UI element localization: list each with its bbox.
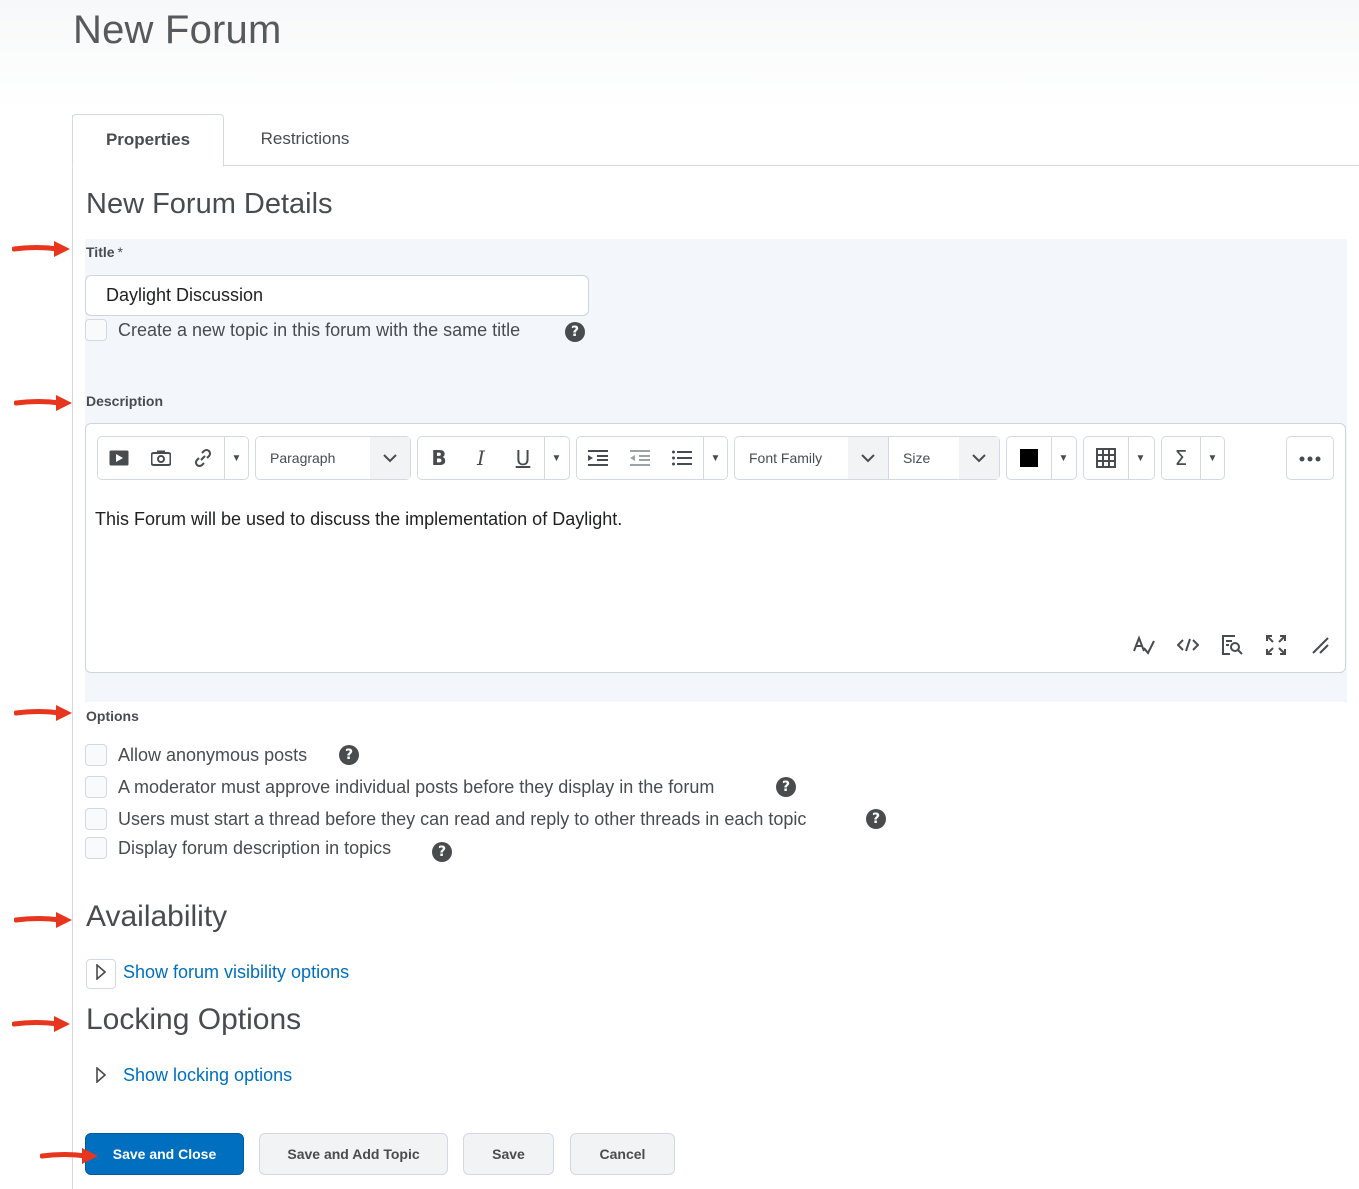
table-icon[interactable] <box>1084 437 1128 479</box>
option-label-anonymous: Allow anonymous posts <box>118 745 308 765</box>
resize-handle-icon[interactable] <box>1298 632 1342 658</box>
ellipsis-icon <box>1299 449 1321 467</box>
spellcheck-icon[interactable] <box>1122 632 1166 658</box>
tab-properties[interactable]: Properties <box>72 114 224 167</box>
help-icon[interactable]: ? <box>565 322 585 342</box>
section-heading-details: New Forum Details <box>86 188 333 220</box>
triangle-right-icon <box>96 1065 107 1088</box>
option-checkbox-moderator[interactable] <box>85 776 107 798</box>
triangle-right-icon <box>96 962 107 985</box>
annotation-arrow-icon <box>12 1016 70 1032</box>
outdent-icon[interactable] <box>619 437 661 479</box>
show-visibility-options-link[interactable]: Show forum visibility options <box>123 962 349 983</box>
option-label-moderator: A moderator must approve individual post… <box>118 777 715 797</box>
font-family-select-value: Font Family <box>749 450 823 466</box>
preview-icon[interactable] <box>1210 632 1254 658</box>
annotation-arrow-icon <box>14 395 72 411</box>
color-caret-icon[interactable]: ▼ <box>1051 437 1075 479</box>
font-size-select-value: Size <box>903 450 931 466</box>
paragraph-select-value: Paragraph <box>270 450 336 466</box>
section-heading-availability: Availability <box>86 900 228 933</box>
option-checkbox-display-description[interactable] <box>85 837 107 859</box>
source-code-icon[interactable] <box>1166 632 1210 658</box>
cancel-button[interactable]: Cancel <box>570 1133 675 1175</box>
more-actions-button[interactable] <box>1286 436 1334 480</box>
required-mark: * <box>117 244 123 260</box>
text-color-icon[interactable] <box>1007 437 1051 479</box>
toolbar-font-group: Font Family Size <box>734 436 1000 480</box>
section-heading-locking: Locking Options <box>86 1003 302 1036</box>
option-checkbox-anonymous[interactable] <box>85 744 107 766</box>
editor-status-bar <box>1122 632 1342 658</box>
toolbar-text-style-group: B I U ▼ <box>417 436 570 480</box>
title-label-text: Title <box>86 244 115 260</box>
annotation-arrow-icon <box>14 705 72 721</box>
toolbar-table-group: ▼ <box>1083 436 1155 480</box>
equation-sigma-icon[interactable]: Σ <box>1162 437 1200 479</box>
show-locking-options-link[interactable]: Show locking options <box>123 1065 292 1086</box>
toolbar-insert-group: ▼ <box>97 436 249 480</box>
insert-video-icon[interactable] <box>98 437 140 479</box>
same-title-checkbox[interactable] <box>85 319 107 341</box>
chevron-down-icon <box>848 437 888 479</box>
title-input[interactable]: Daylight Discussion <box>85 275 589 316</box>
font-family-select[interactable]: Font Family <box>735 437 889 479</box>
description-label: Description <box>86 393 164 409</box>
toolbar-format-group: Paragraph <box>255 436 411 480</box>
font-size-select[interactable]: Size <box>889 437 999 479</box>
table-caret-icon[interactable]: ▼ <box>1128 437 1152 479</box>
expand-locking-toggle[interactable] <box>86 1062 116 1092</box>
annotation-arrow-icon <box>12 241 70 257</box>
help-icon[interactable]: ? <box>339 745 359 765</box>
fullscreen-icon[interactable] <box>1254 632 1298 658</box>
option-label-display-description: Display forum description in topics <box>118 838 392 858</box>
toolbar-equation-group: Σ ▼ <box>1161 436 1225 480</box>
help-icon[interactable]: ? <box>776 777 796 797</box>
annotation-arrow-icon <box>14 912 72 928</box>
text-color-swatch <box>1020 449 1038 467</box>
options-label: Options <box>86 708 139 724</box>
bulleted-list-icon[interactable] <box>661 437 703 479</box>
tab-bar: Properties Restrictions <box>72 114 1359 167</box>
insert-stuff-icon[interactable] <box>140 437 182 479</box>
tab-restrictions[interactable]: Restrictions <box>242 114 368 166</box>
insert-link-icon[interactable] <box>182 437 224 479</box>
expand-visibility-toggle[interactable] <box>86 959 116 989</box>
insert-more-caret-icon[interactable]: ▼ <box>224 437 248 479</box>
annotation-arrow-icon <box>40 1148 98 1164</box>
chevron-down-icon <box>959 437 999 479</box>
option-checkbox-start-thread[interactable] <box>85 808 107 830</box>
save-and-add-topic-button[interactable]: Save and Add Topic <box>259 1133 448 1175</box>
underline-icon[interactable]: U <box>502 437 544 479</box>
help-icon[interactable]: ? <box>866 809 886 829</box>
rich-text-editor[interactable]: ▼ Paragraph B I U ▼ ▼ Font Family Size ▼… <box>85 423 1346 673</box>
title-label: Title * <box>86 244 123 260</box>
toolbar-paragraph-group: ▼ <box>576 436 728 480</box>
list-more-caret-icon[interactable]: ▼ <box>703 437 727 479</box>
page-title: New Forum <box>73 8 282 52</box>
save-and-close-button[interactable]: Save and Close <box>85 1133 244 1175</box>
text-style-more-caret-icon[interactable]: ▼ <box>544 437 568 479</box>
indent-icon[interactable] <box>577 437 619 479</box>
save-button[interactable]: Save <box>463 1133 554 1175</box>
content-left-border <box>72 115 73 1189</box>
help-icon[interactable]: ? <box>432 842 452 862</box>
paragraph-select[interactable]: Paragraph <box>256 437 410 479</box>
chevron-down-icon <box>370 437 410 479</box>
bold-icon[interactable]: B <box>418 437 460 479</box>
same-title-label: Create a new topic in this forum with th… <box>118 320 521 340</box>
editor-content[interactable]: This Forum will be used to discuss the i… <box>95 509 622 530</box>
toolbar-color-group: ▼ <box>1006 436 1077 480</box>
italic-icon[interactable]: I <box>460 437 502 479</box>
option-label-start-thread: Users must start a thread before they ca… <box>118 809 807 829</box>
equation-caret-icon[interactable]: ▼ <box>1200 437 1224 479</box>
